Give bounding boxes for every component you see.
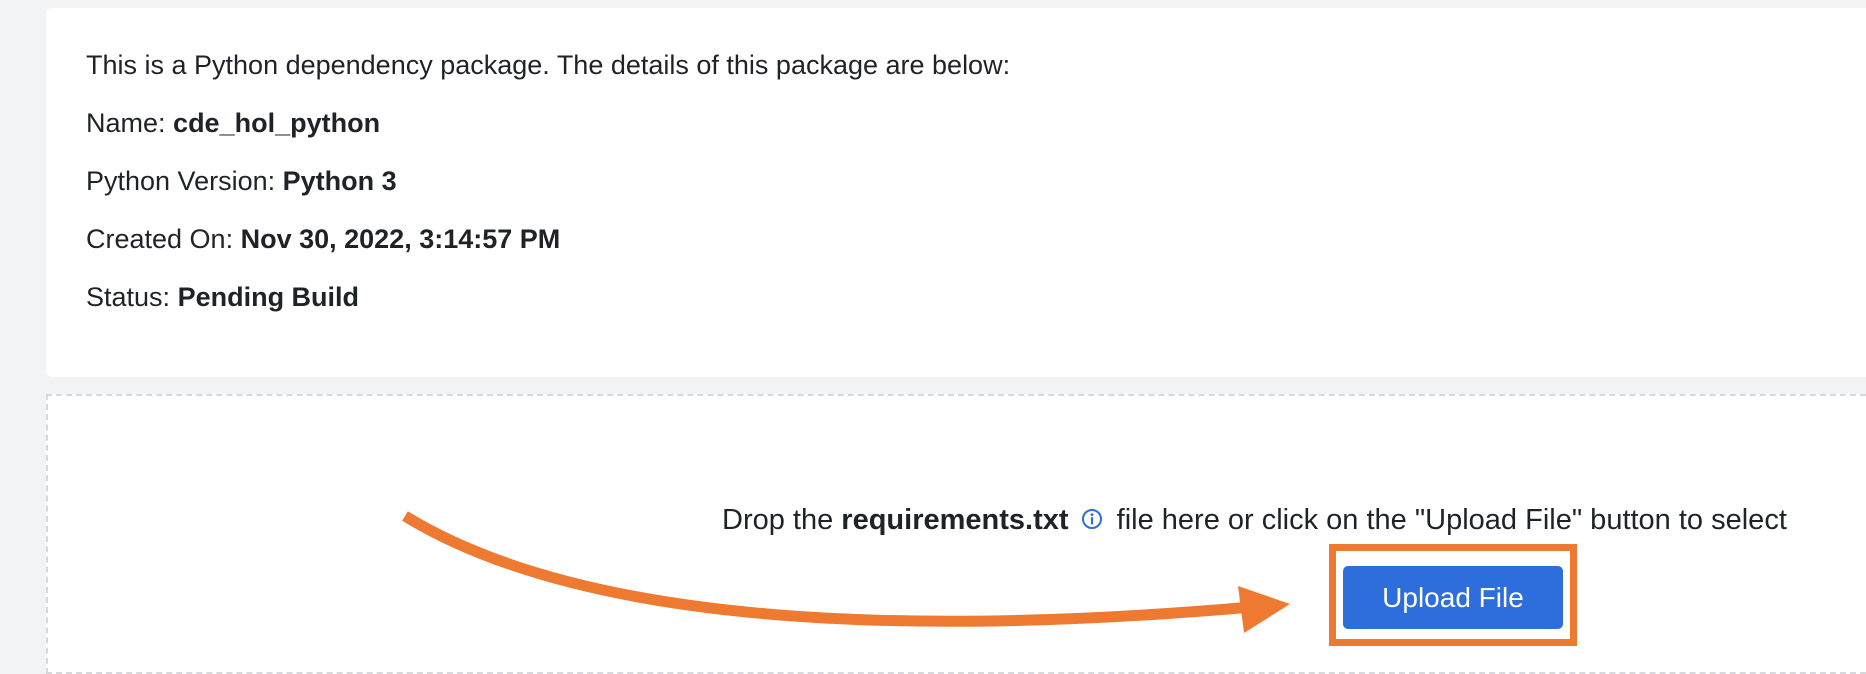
dropzone-text-before: Drop the: [722, 504, 834, 536]
python-version-value: Python 3: [282, 166, 397, 196]
dropzone-filename: requirements.txt: [841, 504, 1069, 536]
package-name-value: cde_hol_python: [173, 108, 381, 138]
package-name-row: Name: cde_hol_python: [86, 108, 1866, 138]
python-version-row: Python Version: Python 3: [86, 166, 1866, 196]
dropzone-text-after: file here or click on the "Upload File" …: [1116, 504, 1787, 536]
created-on-row: Created On: Nov 30, 2022, 3:14:57 PM: [86, 224, 1866, 254]
status-label: Status:: [86, 282, 171, 312]
package-details-card: This is a Python dependency package. The…: [46, 8, 1866, 377]
package-intro: This is a Python dependency package. The…: [86, 50, 1011, 80]
status-value: Pending Build: [177, 282, 360, 312]
status-row: Status: Pending Build: [86, 282, 1866, 312]
upload-file-button[interactable]: Upload File: [1343, 566, 1563, 629]
package-name-label: Name:: [86, 108, 166, 138]
file-dropzone[interactable]: Drop the requirements.txt file here or c…: [46, 394, 1866, 674]
python-version-label: Python Version:: [86, 166, 276, 196]
info-circle-icon[interactable]: [1081, 508, 1103, 530]
dropzone-instructions: Drop the requirements.txt file here or c…: [722, 503, 1787, 537]
created-on-label: Created On:: [86, 224, 234, 254]
created-on-value: Nov 30, 2022, 3:14:57 PM: [240, 224, 561, 254]
